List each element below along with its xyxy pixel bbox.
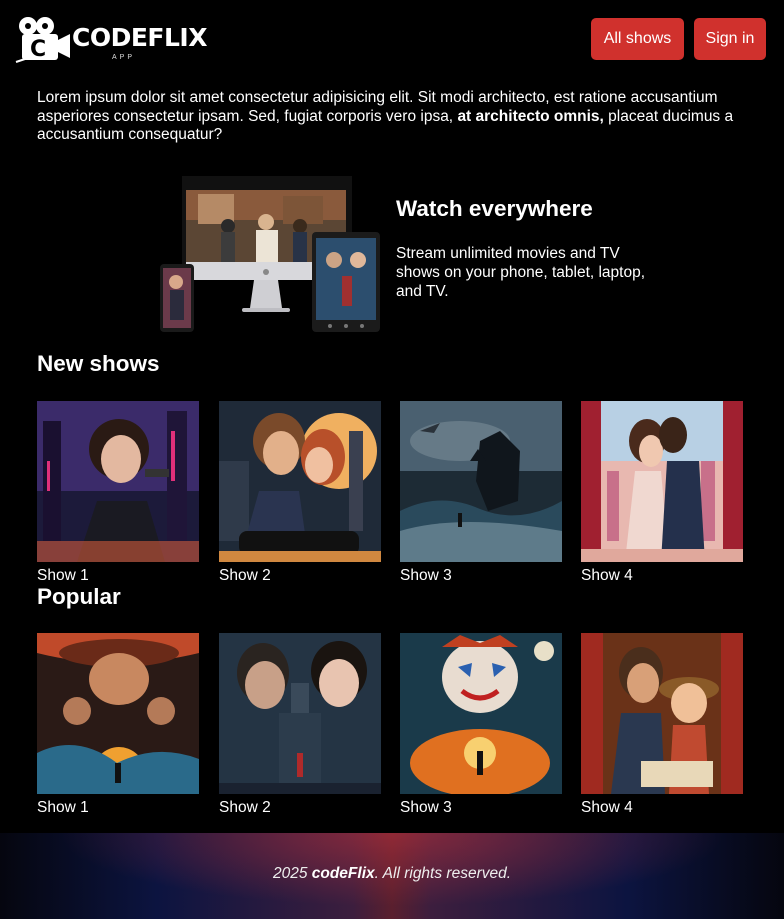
codeflix-logo[interactable]: C CODEFLIX APP <box>14 14 214 66</box>
popular-label-1: Show 1 <box>37 799 89 816</box>
poster-neon-agent-icon <box>37 401 199 562</box>
watch-title: Watch everywhere <box>396 196 593 221</box>
popular-label-2: Show 2 <box>219 799 271 816</box>
footer-rights: . All rights reserved. <box>374 865 512 882</box>
film-camera-icon: C <box>15 17 70 63</box>
poster-couple-skyline-icon <box>581 401 743 562</box>
new-show-label-2: Show 2 <box>219 567 271 584</box>
new-show-card-1[interactable]: Show 1 <box>37 401 199 585</box>
copyright-text: 2025 codeFlix. All rights reserved. <box>0 865 784 883</box>
svg-text:C: C <box>30 37 46 62</box>
watch-description: Stream unlimited movies and TV shows on … <box>396 245 646 300</box>
new-show-label-3: Show 3 <box>400 567 452 584</box>
new-show-label-1: Show 1 <box>37 567 89 584</box>
popular-title: Popular <box>37 584 121 609</box>
popular-label-4: Show 4 <box>581 799 633 816</box>
devices-illustration <box>160 176 380 332</box>
logo-subtitle: APP <box>112 54 136 61</box>
sign-in-button[interactable]: Sign in <box>694 18 766 60</box>
new-shows-title: New shows <box>37 351 160 376</box>
popular-card-1[interactable]: Show 1 <box>37 633 199 817</box>
logo-text: CODEFLIX <box>72 23 208 52</box>
site-footer: 2025 codeFlix. All rights reserved. <box>0 833 784 919</box>
popular-label-3: Show 3 <box>400 799 452 816</box>
footer-year: 2025 <box>272 865 312 882</box>
poster-romance-city-icon <box>219 401 381 562</box>
popular-card-2[interactable]: Show 2 <box>219 633 381 817</box>
intro-paragraph: Lorem ipsum dolor sit amet consectetur a… <box>37 89 737 145</box>
popular-card-3[interactable]: Show 3 <box>400 633 562 817</box>
poster-kaiju-icon <box>400 401 562 562</box>
new-show-card-4[interactable]: Show 4 <box>581 401 743 585</box>
all-shows-button[interactable]: All shows <box>591 18 684 60</box>
site-header: C CODEFLIX APP All shows Sign in <box>0 0 784 80</box>
new-show-label-4: Show 4 <box>581 567 633 584</box>
popular-card-4[interactable]: Show 4 <box>581 633 743 817</box>
poster-clown-icon <box>400 633 562 794</box>
poster-adventure-icon <box>37 633 199 794</box>
poster-noir-icon <box>219 633 381 794</box>
new-show-card-2[interactable]: Show 2 <box>219 401 381 585</box>
intro-bold: at architecto omnis, <box>457 107 604 125</box>
new-show-card-3[interactable]: Show 3 <box>400 401 562 585</box>
footer-brand: codeFlix <box>311 865 375 882</box>
poster-family-icon <box>581 633 743 794</box>
